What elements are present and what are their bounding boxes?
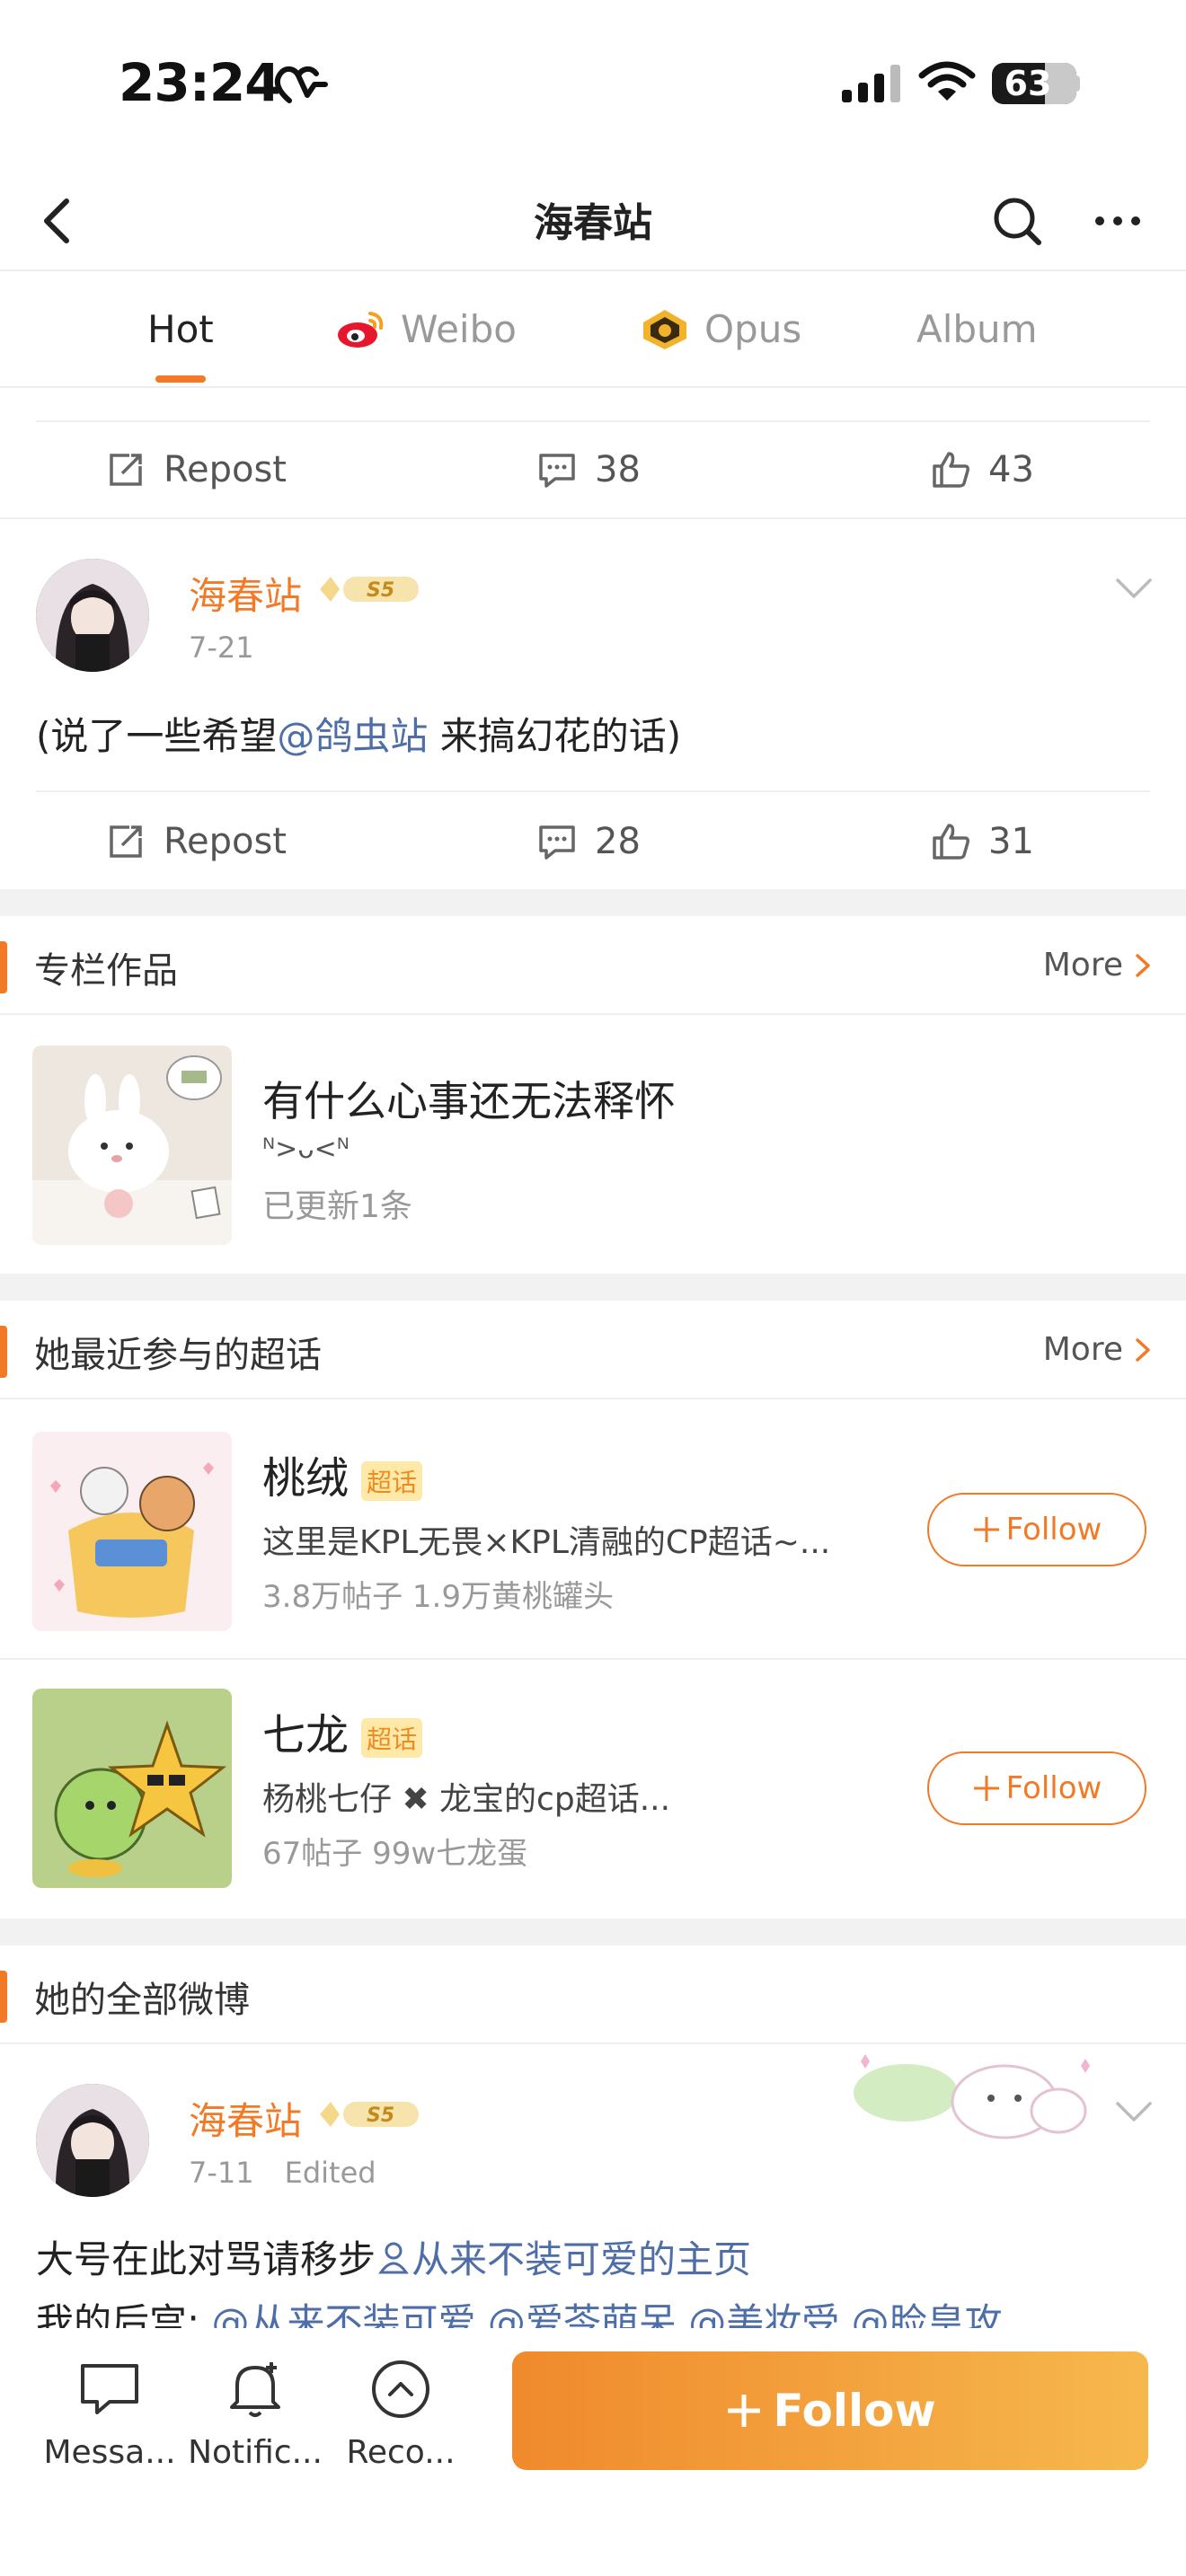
plus-icon	[973, 1517, 999, 1542]
status-time: 23:24	[119, 52, 281, 113]
post-time: 7-21	[189, 631, 254, 665]
follow-button[interactable]: Follow	[927, 1751, 1146, 1825]
follow-user-button[interactable]: Follow	[512, 2351, 1148, 2470]
post-time: 7-11 Edited	[189, 2156, 376, 2190]
thumbs-up-icon	[933, 452, 969, 488]
tab-opus[interactable]: Opus	[638, 302, 801, 356]
profile-link[interactable]: 从来不装可爱的主页	[376, 2237, 751, 2281]
messages-button[interactable]: Messa...	[38, 2353, 181, 2471]
more-options-icon[interactable]	[1085, 189, 1150, 253]
column-subtitle: ᴺ>ᴗ<ᴺ	[262, 1134, 350, 1165]
supertopic-tag: 超话	[361, 1461, 423, 1501]
plus-icon	[973, 1776, 999, 1801]
collapse-circle-icon	[372, 2360, 429, 2418]
post-text: (说了一些希望@鸽虫站 来搞幻花的话)	[36, 714, 682, 758]
supertopic-name: 七龙 超话	[262, 1699, 423, 1762]
post-actions-row: Repost 28 31	[0, 792, 1186, 891]
level-badge-icon: S5	[320, 577, 419, 602]
avatar-image	[36, 2084, 149, 2197]
supertopic-item[interactable]: 桃绒 超话 这里是KPL无畏×KPL清融的CP超话~... 3.8万帖子 1.9万…	[0, 1401, 1186, 1660]
chevron-right-icon	[1136, 1337, 1150, 1362]
badge-text: S5	[367, 579, 394, 602]
lucky-sticker-decoration	[854, 2054, 1090, 2139]
tab-hot[interactable]: Hot	[147, 302, 214, 383]
status-bar: 23:24 63	[0, 0, 1186, 171]
column-thumbnail	[32, 1045, 232, 1245]
column-title: 有什么心事还无法释怀	[262, 1077, 676, 1125]
supertopic-desc: 杨桃七仔 ✖ 龙宝的cp超话...	[262, 1781, 671, 1818]
repost-button[interactable]: Repost	[104, 792, 287, 891]
section-title: 她最近参与的超话	[34, 1335, 322, 1376]
like-button[interactable]: 31	[929, 792, 1034, 891]
post-text-line-1: 大号在此对骂请移步 从来不装可爱的主页	[36, 2237, 752, 2281]
column-section-header: 专栏作品 More	[0, 918, 1186, 1015]
wifi-icon	[918, 61, 976, 101]
repost-icon	[110, 454, 142, 486]
supertopic-desc: 这里是KPL无畏×KPL清融的CP超话~...	[262, 1524, 831, 1561]
opus-icon	[643, 310, 686, 349]
like-button[interactable]: 43	[929, 420, 1034, 519]
bottom-bar: Messa... Notific... Reco... Follow	[0, 2328, 1186, 2576]
supertopic-section-header: 她最近参与的超话 More	[0, 1302, 1186, 1399]
comment-icon	[539, 454, 575, 488]
chevron-down-icon[interactable]	[1114, 2098, 1154, 2125]
bell-icon	[230, 2362, 280, 2417]
supertopic-item[interactable]: 七龙 超话 杨桃七仔 ✖ 龙宝的cp超话... 67帖子 99w七龙蛋 Follo…	[0, 1660, 1186, 1919]
avatar[interactable]	[36, 2084, 149, 2197]
cellular-signal-icon	[842, 65, 900, 102]
person-icon	[378, 2242, 409, 2274]
avatar-image	[36, 559, 149, 672]
tab-album[interactable]: Album	[916, 302, 1038, 356]
more-link[interactable]: More	[1043, 947, 1154, 984]
comment-button[interactable]: 28	[535, 792, 641, 891]
focus-heart-icon	[274, 66, 328, 103]
more-link[interactable]: More	[1043, 1331, 1154, 1368]
follow-button[interactable]: Follow	[927, 1493, 1146, 1566]
column-meta: 已更新1条	[262, 1188, 412, 1225]
battery-indicator: 63	[992, 63, 1076, 104]
profile-tabs: Hot Weibo Opus Album	[0, 273, 1186, 388]
search-icon[interactable]	[985, 189, 1049, 253]
tab-weibo[interactable]: Weibo	[334, 302, 517, 356]
notifications-button[interactable]: Notific...	[183, 2353, 327, 2471]
badge-text: S5	[367, 2104, 394, 2127]
avatar[interactable]	[36, 559, 149, 672]
recommend-button[interactable]: Reco...	[329, 2353, 473, 2471]
post-actions-row: Repost 38 43	[0, 420, 1186, 519]
column-item[interactable]: 有什么心事还无法释怀 ᴺ>ᴗ<ᴺ 已更新1条	[0, 1017, 1186, 1268]
thumbs-up-icon	[933, 824, 969, 860]
supertopic-thumbnail	[32, 1689, 232, 1888]
comment-icon	[539, 825, 575, 860]
post-username[interactable]: 海春站	[189, 2091, 302, 2146]
chevron-right-icon	[1136, 953, 1150, 977]
chat-bubble-icon	[81, 2364, 138, 2414]
active-tab-indicator	[155, 375, 206, 383]
chevron-down-icon[interactable]	[1114, 575, 1154, 602]
plus-icon	[728, 2395, 761, 2427]
supertopic-stats: 67帖子 99w七龙蛋	[262, 1836, 528, 1872]
supertopic-stats: 3.8万帖子 1.9万黄桃罐头	[262, 1579, 614, 1615]
supertopic-thumbnail	[32, 1432, 232, 1631]
level-badge-icon: S5	[320, 2102, 419, 2127]
section-title: 她的全部微博	[34, 1980, 250, 2021]
all-weibo-section-header: 她的全部微博	[0, 1947, 1186, 2044]
supertopic-name: 桃绒 超话	[262, 1442, 423, 1505]
battery-percent: 63	[1004, 64, 1052, 103]
nav-bar: 海春站	[0, 171, 1186, 271]
post-username[interactable]: 海春站	[189, 566, 302, 621]
supertopic-tag: 超话	[361, 1718, 423, 1758]
weibo-logo-icon	[338, 312, 384, 348]
section-title: 专栏作品	[34, 950, 178, 992]
comment-button[interactable]: 38	[535, 420, 641, 519]
repost-button[interactable]: Repost	[104, 420, 287, 519]
repost-icon	[110, 825, 142, 858]
edited-label: Edited	[284, 2156, 376, 2190]
mention-link[interactable]: @鸽虫站	[277, 714, 428, 758]
